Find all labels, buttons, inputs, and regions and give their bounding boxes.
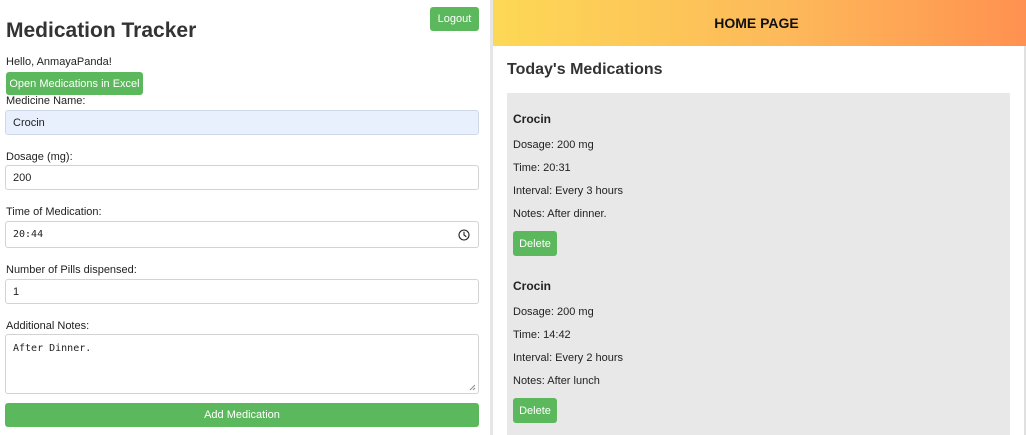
pills-label: Number of Pills dispensed: bbox=[6, 264, 137, 276]
medication-notes: Notes: After lunch bbox=[513, 375, 600, 387]
section-title: Today's Medications bbox=[507, 61, 663, 78]
pills-input[interactable]: 1 bbox=[5, 279, 479, 304]
banner-title: HOME PAGE bbox=[714, 15, 799, 31]
notes-textarea[interactable]: After Dinner. bbox=[5, 334, 479, 394]
dosage-label: Dosage (mg): bbox=[6, 151, 73, 163]
logout-button[interactable]: Logout bbox=[430, 7, 479, 31]
medication-notes: Notes: After dinner. bbox=[513, 208, 607, 220]
medicine-name-input[interactable]: Crocin bbox=[5, 110, 479, 135]
medication-dosage: Dosage: 200 mg bbox=[513, 139, 594, 151]
home-banner: HOME PAGE bbox=[493, 0, 1026, 46]
notes-label: Additional Notes: bbox=[6, 320, 90, 332]
medication-time: Time: 20:31 bbox=[513, 162, 571, 174]
time-value: 20:44 bbox=[13, 229, 44, 240]
medication-list: Crocin Dosage: 200 mg Time: 20:31 Interv… bbox=[507, 93, 1010, 435]
home-panel: HOME PAGE Today's Medications Crocin Dos… bbox=[493, 0, 1026, 435]
medication-time: Time: 14:42 bbox=[513, 329, 571, 341]
resize-handle-icon[interactable] bbox=[469, 384, 476, 391]
medication-name: Crocin bbox=[513, 112, 552, 126]
delete-button[interactable]: Delete bbox=[513, 231, 557, 256]
dosage-input[interactable]: 200 bbox=[5, 165, 479, 190]
greeting-text: Hello, AnmayaPanda! bbox=[6, 56, 112, 68]
delete-button[interactable]: Delete bbox=[513, 398, 557, 423]
medicine-name-value: Crocin bbox=[13, 116, 45, 129]
notes-value: After Dinner. bbox=[13, 343, 92, 354]
medication-name: Crocin bbox=[513, 279, 552, 293]
medicine-name-label: Medicine Name: bbox=[6, 95, 86, 107]
medication-form-panel: Medication Tracker Logout Hello, AnmayaP… bbox=[0, 0, 490, 435]
open-excel-button[interactable]: Open Medications in Excel bbox=[6, 72, 143, 95]
clock-icon[interactable] bbox=[458, 229, 470, 241]
time-label: Time of Medication: bbox=[6, 206, 102, 218]
time-input[interactable]: 20:44 bbox=[5, 221, 479, 248]
dosage-value: 200 bbox=[13, 171, 32, 184]
medication-interval: Interval: Every 3 hours bbox=[513, 185, 624, 197]
medication-interval: Interval: Every 2 hours bbox=[513, 352, 624, 364]
add-medication-button[interactable]: Add Medication bbox=[5, 403, 479, 427]
page-title: Medication Tracker bbox=[6, 19, 197, 42]
medication-dosage: Dosage: 200 mg bbox=[513, 306, 594, 318]
pills-value: 1 bbox=[13, 285, 20, 298]
